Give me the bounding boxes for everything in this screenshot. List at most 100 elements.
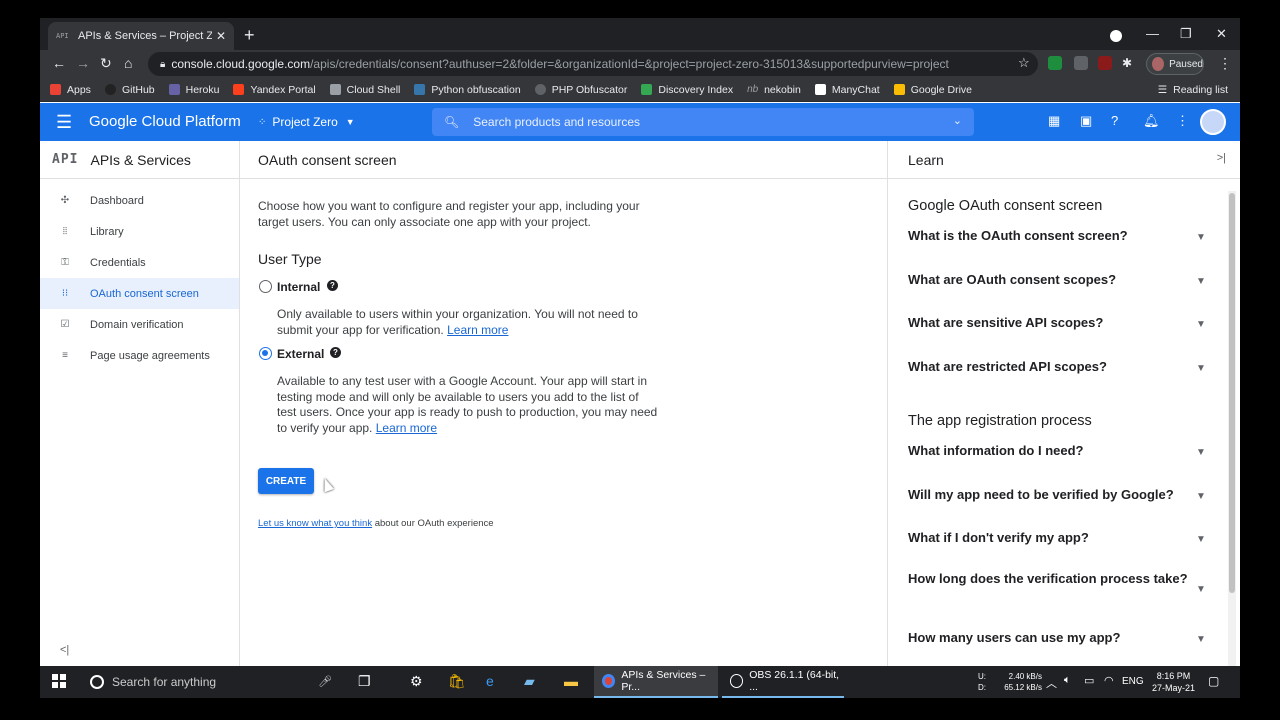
profile-button[interactable]: Paused bbox=[1146, 53, 1204, 75]
browser-tab-active[interactable]: API APIs & Services – Project Zero – ✕ bbox=[48, 22, 234, 50]
bookmark-apps[interactable]: Apps bbox=[50, 84, 91, 96]
bookmark-nekobin[interactable]: nb nekobin bbox=[747, 84, 801, 96]
bookmark-python-obfuscation[interactable]: Python obfuscation bbox=[414, 84, 521, 96]
close-panel-icon[interactable]: >| bbox=[1217, 152, 1226, 164]
faq-item[interactable]: How long does the verification process t… bbox=[908, 570, 1208, 588]
store-icon[interactable]: 🛍︎ bbox=[448, 673, 466, 690]
task-view-icon[interactable]: ❐ bbox=[358, 673, 371, 690]
volume-icon[interactable]: 🔈︎ bbox=[1064, 674, 1071, 706]
sidebar-item-credentials[interactable]: ⚿ Credentials bbox=[40, 247, 239, 278]
taskbar-obs-app[interactable]: OBS 26.1.1 (64-bit, ... bbox=[722, 666, 844, 698]
windows-start-icon[interactable] bbox=[52, 674, 66, 688]
faq-item[interactable]: What information do I need? bbox=[908, 442, 1208, 460]
faq-item[interactable]: What are restricted API scopes? bbox=[908, 358, 1208, 376]
reading-list-button[interactable]: ☰ Reading list bbox=[1158, 78, 1228, 102]
close-window-icon[interactable]: ✕ bbox=[1216, 26, 1227, 42]
faq-item[interactable]: What is the OAuth consent screen? bbox=[908, 227, 1208, 245]
wifi-icon[interactable]: ◠ bbox=[1104, 674, 1114, 706]
taskbar-search-input[interactable]: Search for anything 🎤︎ bbox=[84, 670, 340, 694]
feedback-link[interactable]: Let us know what you think bbox=[258, 518, 372, 529]
faq-item[interactable]: How many users can use my app? bbox=[908, 629, 1208, 647]
internal-radio[interactable] bbox=[259, 280, 272, 293]
yandex-icon bbox=[233, 84, 245, 95]
browser-menu-icon[interactable]: ⋮ bbox=[1218, 55, 1232, 72]
bookmark-star-icon[interactable]: ☆ bbox=[1018, 55, 1030, 71]
restore-icon[interactable]: ❐ bbox=[1180, 26, 1192, 42]
bookmark-google-drive[interactable]: Google Drive bbox=[893, 84, 972, 96]
excel-extension-icon[interactable] bbox=[1048, 56, 1062, 70]
chevron-down-icon[interactable]: ▼ bbox=[1196, 491, 1206, 502]
external-learn-more-link[interactable]: Learn more bbox=[376, 421, 437, 435]
back-icon[interactable]: ← bbox=[52, 55, 66, 71]
taskbar-chrome-app[interactable]: APIs & Services – Pr... bbox=[594, 666, 718, 698]
chevron-up-icon[interactable]: ︿ bbox=[1046, 675, 1057, 707]
new-tab-icon[interactable]: + bbox=[244, 26, 255, 44]
learn-scrollbar[interactable] bbox=[1228, 191, 1236, 666]
sidebar-item-library[interactable]: ⦙⦙ Library bbox=[40, 216, 239, 247]
internal-learn-more-link[interactable]: Learn more bbox=[447, 323, 508, 337]
hamburger-menu-icon[interactable]: ☰ bbox=[56, 113, 72, 131]
bookmark-php-obfuscator[interactable]: PHP Obfuscator bbox=[534, 84, 627, 96]
chevron-down-icon[interactable]: ▼ bbox=[1196, 447, 1206, 458]
photos-icon[interactable]: ▰ bbox=[524, 673, 535, 690]
bookmark-manychat[interactable]: ManyChat bbox=[814, 84, 880, 96]
faq-item[interactable]: Will my app need to be verified by Googl… bbox=[908, 486, 1208, 504]
bookmark-yandex[interactable]: Yandex Portal bbox=[233, 84, 316, 96]
chevron-down-icon[interactable]: ▼ bbox=[1196, 232, 1206, 243]
external-label[interactable]: External bbox=[277, 347, 324, 361]
gift-icon[interactable]: ▦ bbox=[1048, 114, 1060, 128]
chevron-down-icon[interactable]: ▼ bbox=[1196, 363, 1206, 374]
account-avatar[interactable] bbox=[1200, 109, 1226, 135]
microphone-icon[interactable]: 🎤︎ bbox=[318, 675, 332, 688]
edge-icon[interactable]: e bbox=[486, 673, 494, 689]
extension-icon[interactable] bbox=[1098, 56, 1112, 70]
project-selector[interactable]: ⁘ Project Zero ▼ bbox=[258, 115, 355, 129]
internal-label[interactable]: Internal bbox=[277, 280, 320, 294]
search-input[interactable]: 🔍︎ Search products and resources ⌄ bbox=[432, 108, 974, 136]
puzzle-extensions-icon[interactable]: ✱ bbox=[1122, 56, 1136, 70]
sidebar-item-oauth-consent-screen[interactable]: ⁝⁝ OAuth consent screen bbox=[40, 278, 239, 309]
address-bar[interactable]: 🔒︎ console.cloud.google.com /apis/creden… bbox=[148, 52, 1038, 76]
bookmark-discovery-index[interactable]: Discovery Index bbox=[641, 84, 733, 96]
scrollbar-thumb[interactable] bbox=[1229, 193, 1235, 593]
home-icon[interactable]: ⌂ bbox=[124, 55, 132, 71]
sidebar-item-dashboard[interactable]: ✣ Dashboard bbox=[40, 185, 239, 216]
forward-icon[interactable]: → bbox=[76, 55, 90, 71]
collapse-sidebar-icon[interactable]: <| bbox=[60, 644, 69, 656]
chevron-down-icon[interactable]: ▼ bbox=[1196, 319, 1206, 330]
chevron-down-icon[interactable]: ▼ bbox=[1196, 276, 1206, 287]
cloud-shell-icon[interactable]: ▣ bbox=[1080, 114, 1092, 128]
notifications-icon[interactable]: 🔔︎ bbox=[1143, 114, 1160, 128]
battery-icon[interactable]: ▭ bbox=[1084, 674, 1094, 706]
faq-item[interactable]: What are sensitive API scopes? bbox=[908, 314, 1208, 332]
minimize-icon[interactable]: — bbox=[1146, 26, 1159, 41]
bookmark-heroku[interactable]: Heroku bbox=[168, 84, 219, 96]
language-indicator[interactable]: ENG bbox=[1122, 676, 1144, 708]
sidebar-item-domain-verification[interactable]: ☑ Domain verification bbox=[40, 309, 239, 340]
more-options-icon[interactable]: ⋮ bbox=[1176, 114, 1189, 128]
settings-gear-icon[interactable]: ⚙ bbox=[410, 673, 423, 690]
faq-item[interactable]: What if I don't verify my app? bbox=[908, 529, 1208, 547]
close-tab-icon[interactable]: ✕ bbox=[216, 29, 226, 43]
external-radio[interactable] bbox=[259, 347, 272, 360]
sidebar-item-page-usage-agreements[interactable]: ≡ Page usage agreements bbox=[40, 340, 239, 371]
product-title[interactable]: Google Cloud Platform bbox=[89, 113, 241, 130]
file-explorer-icon[interactable]: ▬ bbox=[564, 673, 578, 689]
bookmark-cloud-shell[interactable]: Cloud Shell bbox=[329, 84, 400, 96]
help-icon[interactable]: ? bbox=[330, 347, 341, 358]
help-icon[interactable]: ? bbox=[1111, 114, 1118, 128]
verify-icon: ☑ bbox=[60, 319, 70, 330]
chevron-down-icon[interactable]: ▼ bbox=[1196, 534, 1206, 545]
bookmark-github[interactable]: GitHub bbox=[104, 84, 155, 96]
chevron-down-icon[interactable]: ▼ bbox=[1196, 634, 1206, 645]
chevron-down-icon[interactable]: ⌄ bbox=[953, 114, 962, 127]
reload-icon[interactable]: ↻ bbox=[100, 55, 112, 72]
clock[interactable]: 8:16 PM 27-May-21 bbox=[1152, 670, 1195, 694]
media-indicator-icon[interactable] bbox=[1110, 30, 1122, 42]
notification-center-icon[interactable]: ▢ bbox=[1208, 674, 1219, 706]
faq-item[interactable]: What are OAuth consent scopes? bbox=[908, 271, 1208, 289]
extension-icon[interactable] bbox=[1074, 56, 1088, 70]
create-button[interactable]: CREATE bbox=[258, 468, 314, 494]
help-icon[interactable]: ? bbox=[327, 280, 338, 291]
chevron-down-icon[interactable]: ▼ bbox=[1196, 584, 1206, 595]
